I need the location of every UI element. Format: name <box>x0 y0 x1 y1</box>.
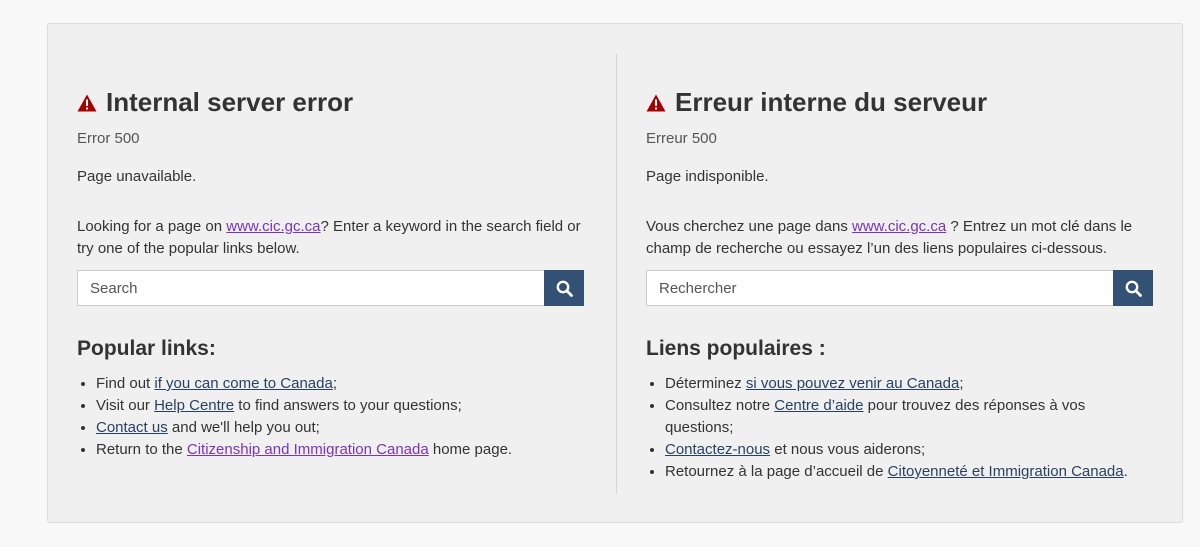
link-help-centre-en[interactable]: Help Centre <box>154 397 234 414</box>
list-item: Consultez notre Centre d’aide pour trouv… <box>665 395 1153 439</box>
list-item-text: Consultez notre <box>665 397 775 414</box>
error-code-fr: Erreur 500 <box>646 130 717 147</box>
cic-link-en[interactable]: www.cic.gc.ca <box>226 218 320 235</box>
list-item: Return to the Citizenship and Immigratio… <box>96 439 584 461</box>
popular-links-heading-en: Popular links: <box>77 337 216 360</box>
warning-icon <box>646 94 666 111</box>
search-button-fr[interactable] <box>1113 270 1153 306</box>
link-eligibility-fr[interactable]: si vous pouvez venir au Canada <box>746 375 959 392</box>
link-contact-en[interactable]: Contact us <box>96 419 168 436</box>
column-divider <box>616 54 617 494</box>
search-icon <box>556 280 573 297</box>
search-form-fr <box>646 270 1153 306</box>
intro-before-en: Looking for a page on <box>77 218 227 235</box>
intro-text-en: Looking for a page on www.cic.gc.ca? Ent… <box>77 216 584 260</box>
search-input-fr[interactable] <box>646 270 1113 306</box>
list-item-text: Return to the <box>96 441 187 458</box>
page-title-fr: Erreur interne du serveur <box>646 87 987 118</box>
popular-links-list-fr: Déterminez si vous pouvez venir au Canad… <box>646 373 1153 483</box>
list-item: Visit our Help Centre to find answers to… <box>96 395 584 417</box>
error-panel: Internal server error Error 500 Page una… <box>47 23 1183 523</box>
list-item-text: Déterminez <box>665 375 746 392</box>
list-item-text: and we'll help you out; <box>167 419 320 436</box>
list-item: Déterminez si vous pouvez venir au Canad… <box>665 373 1153 395</box>
link-home-en[interactable]: Citizenship and Immigration Canada <box>187 441 429 458</box>
list-item-text: to find answers to your questions; <box>234 397 462 414</box>
search-form-en <box>77 270 584 306</box>
list-item: Contactez-nous et nous vous aiderons; <box>665 439 1153 461</box>
list-item-text: . <box>1123 463 1128 480</box>
list-item-text: Find out <box>96 375 155 392</box>
error-code-en: Error 500 <box>77 130 140 147</box>
title-text-fr: Erreur interne du serveur <box>675 87 988 117</box>
unavailable-text-fr: Page indisponible. <box>646 168 769 185</box>
warning-icon <box>77 94 97 111</box>
popular-links-heading-fr: Liens populaires : <box>646 337 826 360</box>
search-input-en[interactable] <box>77 270 544 306</box>
list-item-text: home page. <box>428 441 513 458</box>
list-item-text: et nous vous aiderons; <box>770 441 926 458</box>
list-item-text: ; <box>959 375 964 392</box>
link-contact-fr[interactable]: Contactez-nous <box>665 441 770 458</box>
list-item: Find out if you can come to Canada; <box>96 373 584 395</box>
intro-text-fr: Vous cherchez une page dans www.cic.gc.c… <box>646 216 1153 260</box>
unavailable-text-en: Page unavailable. <box>77 168 197 185</box>
popular-links-list-en: Find out if you can come to Canada; Visi… <box>77 373 584 461</box>
link-eligibility-en[interactable]: if you can come to Canada <box>154 375 332 392</box>
cic-link-fr[interactable]: www.cic.gc.ca <box>852 218 946 235</box>
title-text-en: Internal server error <box>106 87 354 117</box>
list-item-text: Retournez à la page d’accueil de <box>665 463 888 480</box>
intro-before-fr: Vous cherchez une page dans <box>646 218 852 235</box>
list-item-text: Visit our <box>96 397 155 414</box>
list-item-text: ; <box>332 375 337 392</box>
page-title-en: Internal server error <box>77 87 353 118</box>
link-home-fr[interactable]: Citoyenneté et Immigration Canada <box>888 463 1124 480</box>
list-item: Retournez à la page d’accueil de Citoyen… <box>665 461 1153 483</box>
search-button-en[interactable] <box>544 270 584 306</box>
link-help-centre-fr[interactable]: Centre d’aide <box>774 397 863 414</box>
search-icon <box>1125 280 1142 297</box>
list-item: Contact us and we'll help you out; <box>96 417 584 439</box>
